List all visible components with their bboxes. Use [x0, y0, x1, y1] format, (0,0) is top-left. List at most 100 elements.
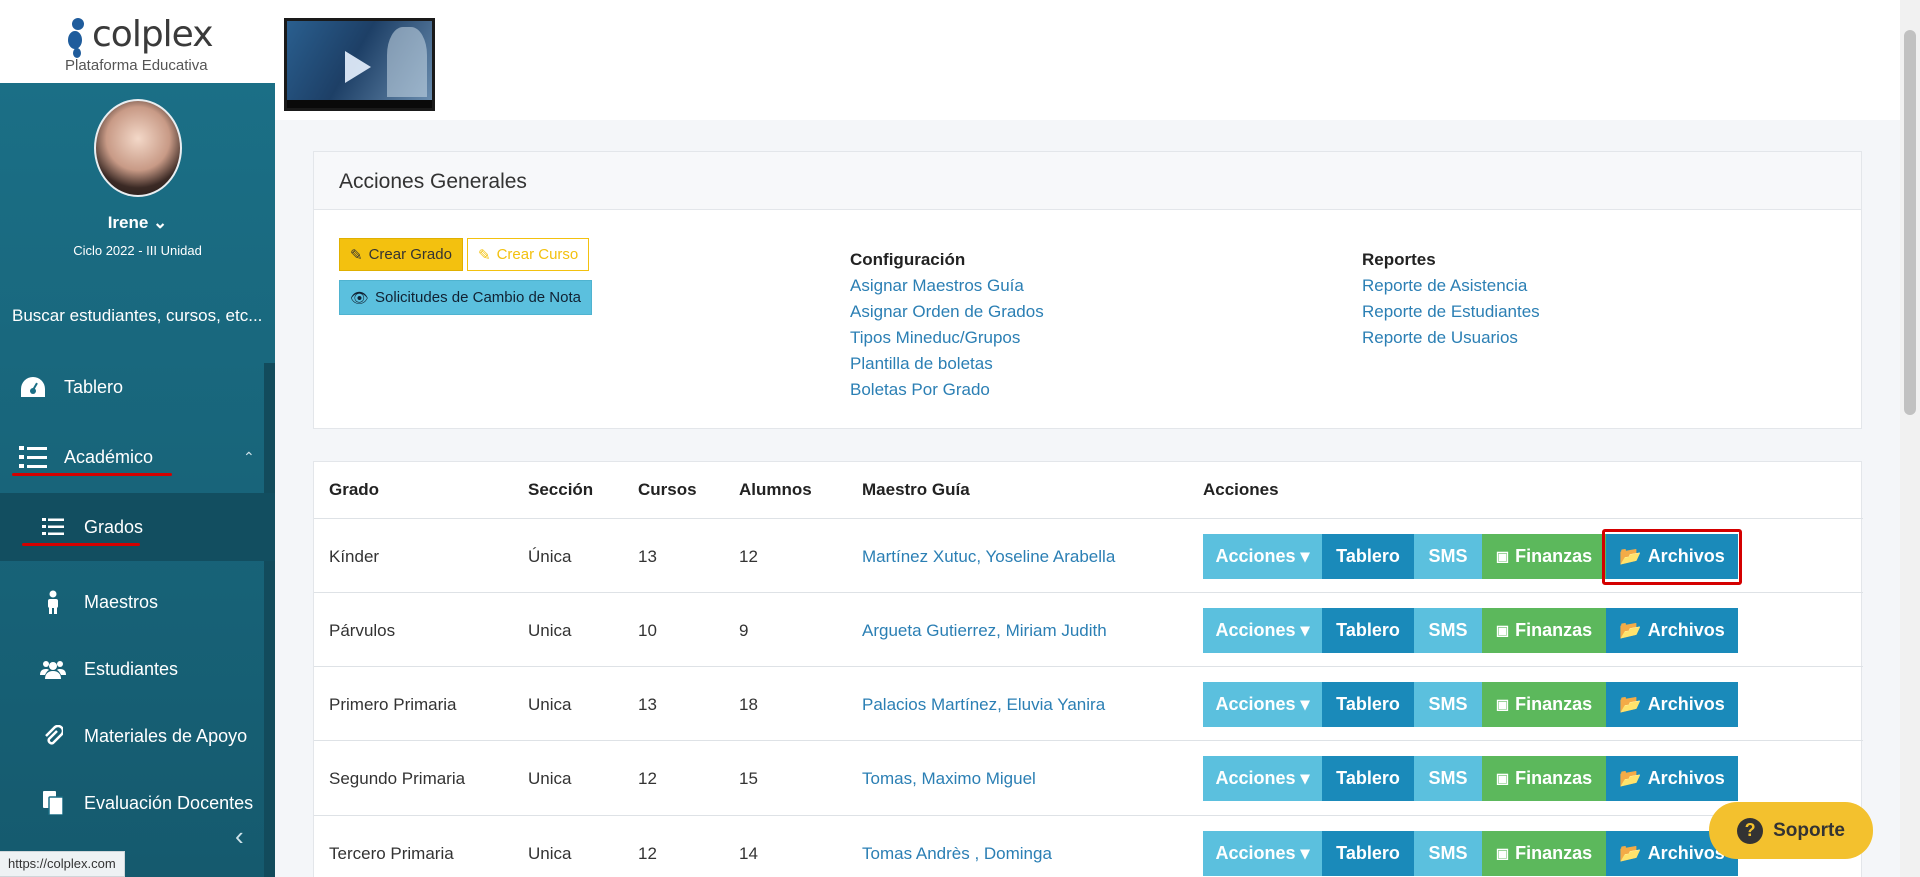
video-thumbnail[interactable] — [284, 18, 435, 111]
edit-icon: ✎ — [350, 246, 363, 264]
finanzas-button[interactable]: ▣ Finanzas — [1482, 608, 1606, 653]
cell-cursos: 10 — [638, 621, 657, 640]
cell-seccion: Única — [528, 547, 572, 566]
crear-curso-button[interactable]: ✎ Crear Curso — [467, 238, 590, 271]
folder-open-icon: 📂 — [1619, 620, 1642, 640]
finanzas-button[interactable]: ▣ Finanzas — [1482, 534, 1606, 579]
link-reporte-estudiantes[interactable]: Reporte de Estudiantes — [1362, 302, 1540, 322]
avatar[interactable] — [94, 99, 182, 197]
sms-button[interactable]: SMS — [1414, 534, 1482, 579]
acciones-dropdown-button[interactable]: Acciones ▾ — [1203, 831, 1322, 876]
sidebar-item-evaluacion[interactable]: Evaluación Docentes — [0, 770, 275, 836]
annotation-underline — [22, 543, 140, 546]
play-icon — [345, 51, 371, 83]
sidebar-search[interactable]: Buscar estudiantes, cursos, etc... — [12, 306, 262, 326]
grados-table: Grado Sección Cursos Alumnos Maestro Guí… — [313, 461, 1863, 877]
tablero-button[interactable]: Tablero — [1322, 831, 1414, 876]
money-icon: ▣ — [1495, 696, 1510, 712]
cell-seccion: Unica — [528, 621, 572, 640]
link-reporte-usuarios[interactable]: Reporte de Usuarios — [1362, 328, 1518, 348]
cell-cursos: 13 — [638, 547, 657, 566]
sms-button[interactable]: SMS — [1414, 756, 1482, 801]
sms-button[interactable]: SMS — [1414, 608, 1482, 653]
tablero-button[interactable]: Tablero — [1322, 682, 1414, 727]
user-name-dropdown[interactable]: Irene ⌄ — [0, 213, 275, 233]
sidebar-item-label: Materiales de Apoyo — [84, 725, 248, 746]
cell-grado: Kínder — [329, 547, 380, 566]
logo[interactable]: colplex Plataforma Educativa — [0, 0, 275, 83]
solicitudes-cambio-nota-button[interactable]: 👁 Solicitudes de Cambio de Nota — [339, 280, 592, 315]
sidebar-item-maestros[interactable]: Maestros — [0, 569, 275, 635]
scrollbar-thumb[interactable] — [1904, 30, 1916, 415]
sms-button[interactable]: SMS — [1414, 682, 1482, 727]
archivos-button[interactable]: 📂 Archivos — [1606, 756, 1738, 801]
tablero-button[interactable]: Tablero — [1322, 608, 1414, 653]
help-icon: ? — [1737, 817, 1764, 844]
acciones-dropdown-button[interactable]: Acciones ▾ — [1203, 608, 1322, 653]
cell-seccion: Unica — [528, 769, 572, 788]
tablero-button[interactable]: Tablero — [1322, 756, 1414, 801]
cell-maestro-link[interactable]: Martínez Xutuc, Yoseline Arabella — [862, 547, 1115, 567]
user-cycle: Ciclo 2022 - III Unidad — [73, 243, 202, 258]
cell-grado: Tercero Primaria — [329, 844, 454, 863]
cell-maestro-link[interactable]: Tomas, Maximo Miguel — [862, 769, 1036, 789]
link-asignar-orden[interactable]: Asignar Orden de Grados — [850, 302, 1044, 322]
finanzas-button[interactable]: ▣ Finanzas — [1482, 682, 1606, 727]
cell-cursos: 12 — [638, 844, 657, 863]
collapse-sidebar-icon[interactable]: ‹ — [235, 821, 244, 852]
row-actions: Acciones ▾ Tablero SMS ▣ Finanzas 📂 Archiv… — [1203, 831, 1738, 876]
finanzas-button[interactable]: ▣ Finanzas — [1482, 831, 1606, 876]
folder-open-icon: 📂 — [1619, 694, 1642, 714]
cell-alumnos: 18 — [739, 695, 758, 714]
finanzas-button[interactable]: ▣ Finanzas — [1482, 756, 1606, 801]
link-boletas-grado[interactable]: Boletas Por Grado — [850, 380, 990, 400]
tablero-button[interactable]: Tablero — [1322, 534, 1414, 579]
sms-button[interactable]: SMS — [1414, 831, 1482, 876]
top-header — [275, 0, 1900, 120]
list-icon — [38, 512, 68, 542]
chevron-up-icon: ⌃ — [243, 448, 255, 465]
page-scrollbar[interactable] — [1900, 0, 1920, 877]
archivos-button[interactable]: 📂 Archivos — [1606, 608, 1738, 653]
col-header-seccion: Sección — [528, 480, 594, 499]
reportes-title: Reportes — [1362, 250, 1436, 269]
link-reporte-asistencia[interactable]: Reporte de Asistencia — [1362, 276, 1527, 296]
archivos-button[interactable]: 📂 Archivos — [1606, 682, 1738, 727]
cell-maestro-link[interactable]: Tomas Andrès , Dominga — [862, 844, 1052, 864]
link-plantilla-boletas[interactable]: Plantilla de boletas — [850, 354, 993, 374]
acciones-dropdown-button[interactable]: Acciones ▾ — [1203, 756, 1322, 801]
copy-icon — [38, 788, 68, 818]
sidebar-item-label: Grados — [84, 516, 144, 537]
edit-icon: ✎ — [478, 246, 491, 264]
sidebar-item-estudiantes[interactable]: Estudiantes — [0, 636, 275, 702]
list-icon — [18, 442, 48, 472]
row-actions: Acciones ▾ Tablero SMS ▣ Finanzas 📂 Archiv… — [1203, 756, 1738, 801]
cell-cursos: 13 — [638, 695, 657, 714]
paperclip-icon — [38, 721, 68, 751]
row-actions: Acciones ▾ Tablero SMS ▣ Finanzas 📂 Archiv… — [1203, 682, 1738, 727]
link-asignar-maestros[interactable]: Asignar Maestros Guía — [850, 276, 1024, 296]
folder-open-icon: 📂 — [1619, 843, 1642, 863]
sidebar-item-materiales[interactable]: Materiales de Apoyo — [0, 703, 275, 769]
sidebar-item-grados[interactable]: Grados — [0, 493, 275, 561]
cell-alumnos: 15 — [739, 769, 758, 788]
link-tipos-mineduc[interactable]: Tipos Mineduc/Grupos — [850, 328, 1020, 348]
cell-maestro-link[interactable]: Palacios Martínez, Eluvia Yanira — [862, 695, 1105, 715]
soporte-button[interactable]: ? Soporte — [1709, 802, 1873, 859]
cell-alumnos: 9 — [739, 621, 749, 640]
colplex-logo-icon — [68, 18, 84, 58]
sidebar-item-label: Tablero — [64, 376, 124, 397]
cell-alumnos: 14 — [739, 844, 758, 863]
sidebar-item-tablero[interactable]: Tablero — [0, 361, 275, 413]
acciones-dropdown-button[interactable]: Acciones ▾ — [1203, 534, 1322, 579]
annotation-highlight — [1602, 529, 1742, 585]
dashboard-icon — [18, 372, 48, 402]
card-title: Acciones Generales — [314, 152, 1861, 210]
cell-maestro-link[interactable]: Argueta Gutierrez, Miriam Judith — [862, 621, 1107, 641]
crear-grado-button[interactable]: ✎ Crear Grado — [339, 238, 463, 271]
col-header-alumnos: Alumnos — [739, 480, 812, 499]
cell-seccion: Unica — [528, 695, 572, 714]
annotation-underline — [12, 473, 172, 476]
col-header-maestro: Maestro Guía — [862, 480, 970, 499]
acciones-dropdown-button[interactable]: Acciones ▾ — [1203, 682, 1322, 727]
